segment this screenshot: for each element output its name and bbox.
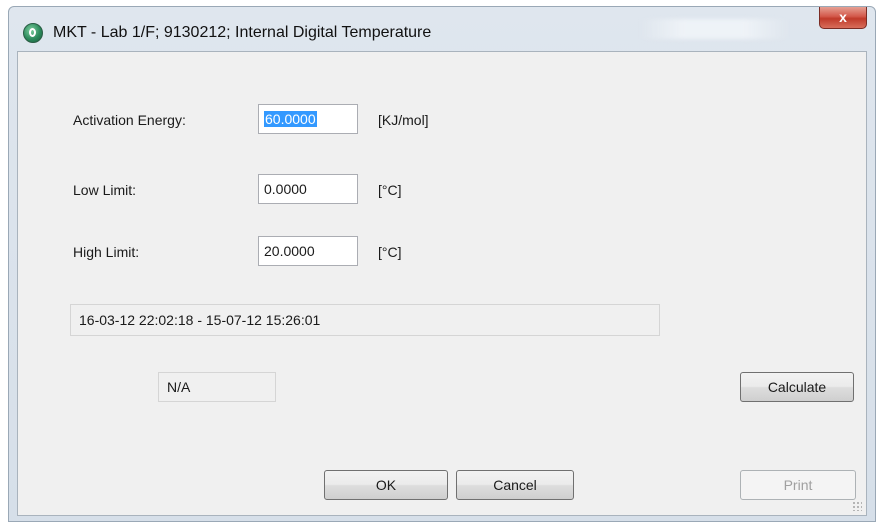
title-bar-reflection xyxy=(639,19,789,39)
high-limit-input[interactable]: 20.0000 xyxy=(258,236,358,266)
ok-button[interactable]: OK xyxy=(324,470,448,500)
activation-energy-input[interactable]: 60.0000 xyxy=(258,104,358,134)
low-limit-value: 0.0000 xyxy=(264,181,307,197)
activation-energy-label: Activation Energy: xyxy=(73,112,186,128)
result-text: N/A xyxy=(167,379,191,395)
high-limit-unit: [°C] xyxy=(378,244,402,260)
close-button[interactable]: x xyxy=(819,7,867,29)
high-limit-label: High Limit: xyxy=(73,244,140,260)
app-logo-icon xyxy=(23,23,43,43)
high-limit-value: 20.0000 xyxy=(264,243,315,259)
dialog-window: MKT - Lab 1/F; 9130212; Internal Digital… xyxy=(8,6,876,522)
result-field: N/A xyxy=(158,372,276,402)
window-title: MKT - Lab 1/F; 9130212; Internal Digital… xyxy=(53,24,432,41)
dialog-content: Activation Energy: 60.0000 [KJ/mol] Low … xyxy=(17,51,867,516)
date-range-field: 16-03-12 22:02:18 - 15-07-12 15:26:01 xyxy=(70,304,660,336)
resize-grip[interactable] xyxy=(852,501,862,511)
low-limit-label: Low Limit: xyxy=(73,182,137,198)
cancel-button[interactable]: Cancel xyxy=(456,470,574,500)
close-icon: x xyxy=(839,9,847,25)
date-range-text: 16-03-12 22:02:18 - 15-07-12 15:26:01 xyxy=(79,312,321,328)
title-bar[interactable]: MKT - Lab 1/F; 9130212; Internal Digital… xyxy=(9,7,875,51)
print-button: Print xyxy=(740,470,856,500)
low-limit-input[interactable]: 0.0000 xyxy=(258,174,358,204)
calculate-button[interactable]: Calculate xyxy=(740,372,854,402)
activation-energy-unit: [KJ/mol] xyxy=(378,112,429,128)
low-limit-unit: [°C] xyxy=(378,182,402,198)
activation-energy-value: 60.0000 xyxy=(264,111,317,127)
